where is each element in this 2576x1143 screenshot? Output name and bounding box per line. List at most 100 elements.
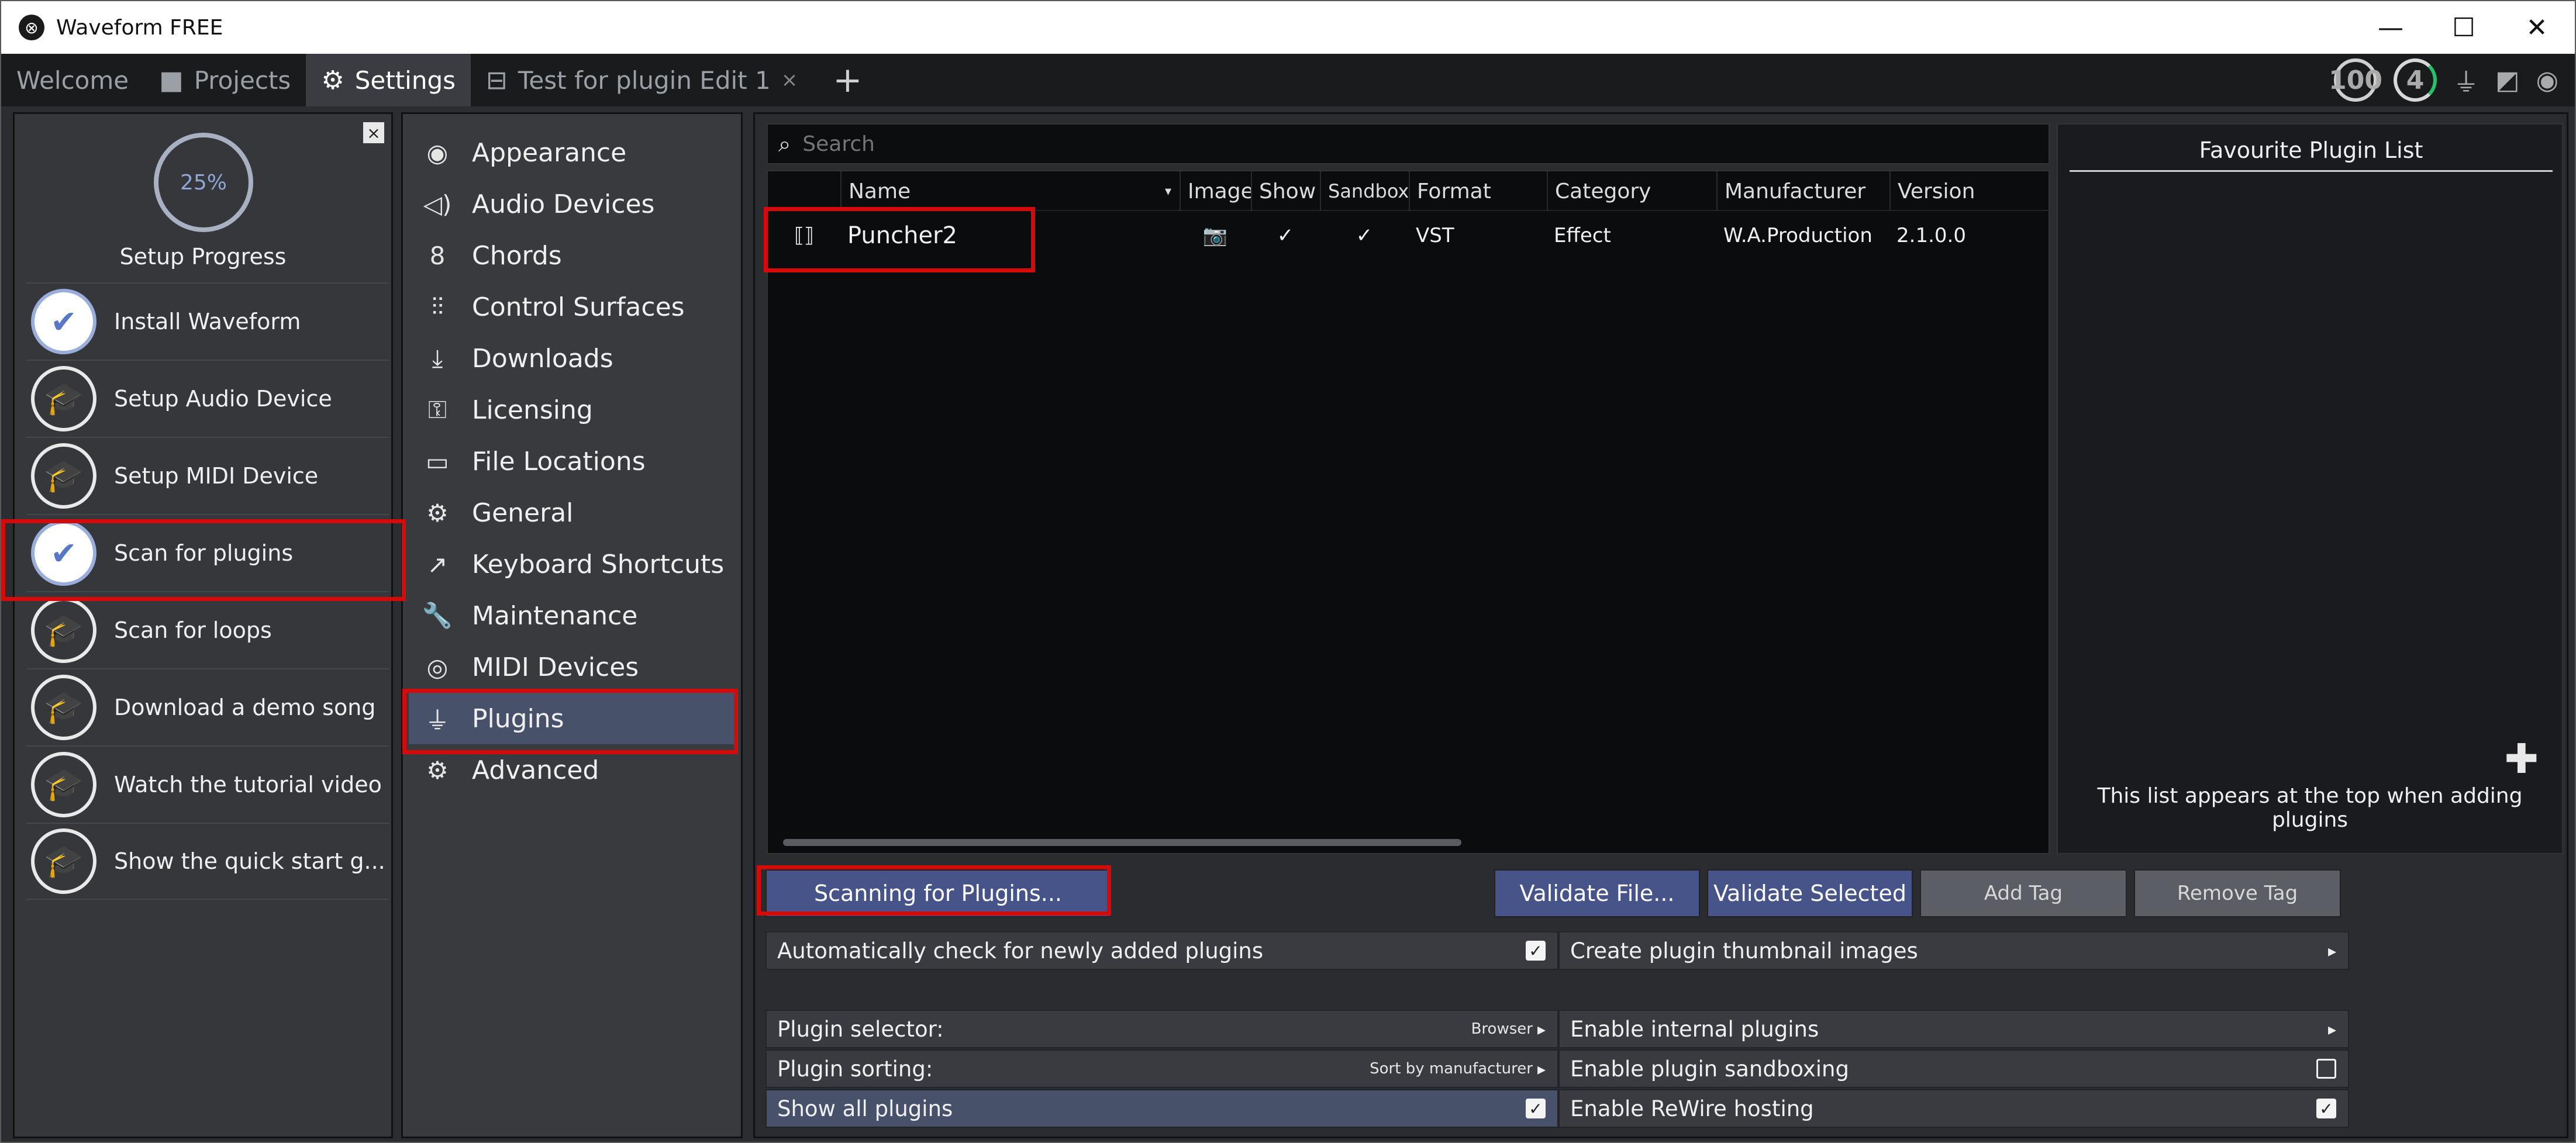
- header-image[interactable]: Image: [1180, 171, 1251, 211]
- step-label: Download a demo song: [114, 695, 376, 720]
- menu-item-control-surfaces[interactable]: ⫶⫶ Control Surfaces: [409, 281, 737, 333]
- rewire-row[interactable]: Enable ReWire hosting ✓: [1558, 1089, 2349, 1128]
- counter-gauge-icon[interactable]: 4: [2394, 58, 2437, 102]
- sandboxing-row[interactable]: Enable plugin sandboxing: [1558, 1049, 2349, 1088]
- plugin-format: VST: [1416, 224, 1454, 247]
- menu-label: MIDI Devices: [472, 652, 639, 682]
- new-tab-button[interactable]: +: [833, 60, 862, 101]
- internal-plugins-row[interactable]: Enable internal plugins ▸: [1558, 1010, 2349, 1048]
- horizontal-scrollbar[interactable]: [783, 839, 1461, 846]
- thumbnails-row[interactable]: Create plugin thumbnail images ▸: [1558, 931, 2349, 970]
- auto-check-checkbox[interactable]: ✓: [1526, 941, 1546, 961]
- tab-projects[interactable]: ■ Projects: [144, 54, 306, 106]
- gear-icon: ⚙: [426, 755, 449, 785]
- validate-file-button[interactable]: Validate File...: [1494, 869, 1700, 917]
- menu-item-licensing[interactable]: ⚿ Licensing: [409, 384, 737, 436]
- search-bar[interactable]: ⌕: [767, 123, 2050, 164]
- step-setup-audio[interactable]: 🎓 Setup Audio Device: [26, 360, 389, 437]
- status-icons: 100 4 ⏚ ◩ ◉: [2329, 54, 2575, 106]
- add-tag-button[interactable]: Add Tag: [1920, 869, 2127, 917]
- header-category[interactable]: Category: [1547, 171, 1716, 211]
- step-demo-song[interactable]: 🎓 Download a demo song: [26, 668, 389, 745]
- camera-icon[interactable]: 📷: [1180, 213, 1251, 258]
- add-favourite-icon[interactable]: ✚: [2504, 735, 2539, 783]
- header-manufacturer[interactable]: Manufacturer: [1716, 171, 1889, 211]
- check-icon: ✔: [31, 520, 96, 586]
- search-icon: ⌕: [778, 130, 791, 157]
- menu-item-plugins[interactable]: ⏚ Plugins: [409, 693, 737, 744]
- menu-label: Audio Devices: [472, 189, 655, 219]
- remove-tag-button[interactable]: Remove Tag: [2134, 869, 2341, 917]
- header-version[interactable]: Version: [1889, 171, 2042, 211]
- step-install-waveform[interactable]: ✔ Install Waveform: [26, 282, 389, 360]
- cpu-gauge-icon[interactable]: 100: [2329, 58, 2382, 102]
- menu-item-audio-devices[interactable]: ◁) Audio Devices: [409, 178, 737, 230]
- show-check[interactable]: ✓: [1251, 213, 1320, 258]
- step-tutorial-video[interactable]: 🎓 Watch the tutorial video: [26, 745, 389, 823]
- fullscreen-icon[interactable]: ◩: [2495, 65, 2520, 95]
- expand-arrow-icon: ▸: [2327, 1019, 2336, 1039]
- step-setup-midi[interactable]: 🎓 Setup MIDI Device: [26, 437, 389, 514]
- show-all-checkbox[interactable]: ✓: [1526, 1099, 1546, 1118]
- menu-item-downloads[interactable]: ⤓ Downloads: [409, 333, 737, 384]
- maximize-button[interactable]: ☐: [2426, 1, 2502, 54]
- tab-edit[interactable]: ⊟ Test for plugin Edit 1 ×: [471, 54, 813, 106]
- internal-plugins-label: Enable internal plugins: [1570, 1016, 1819, 1042]
- midi-icon: ◎: [426, 652, 449, 682]
- step-scan-plugins[interactable]: ✔ Scan for plugins: [26, 514, 389, 591]
- rewire-checkbox[interactable]: ✓: [2316, 1099, 2336, 1118]
- sandbox-check[interactable]: ✓: [1320, 213, 1409, 258]
- dropdown-arrow-icon: ▸: [1537, 1019, 1546, 1039]
- show-all-label: Show all plugins: [777, 1096, 953, 1121]
- plug-icon[interactable]: ⏚: [2453, 61, 2479, 99]
- plugin-selector-row[interactable]: Plugin selector: Browser ▸: [765, 1010, 1558, 1048]
- plugin-selector-label: Plugin selector:: [777, 1016, 944, 1042]
- show-all-plugins-row[interactable]: Show all plugins ✓: [765, 1089, 1558, 1128]
- auto-check-row[interactable]: Automatically check for newly added plug…: [765, 931, 1558, 970]
- menu-label: Advanced: [472, 755, 599, 785]
- menu-item-midi-devices[interactable]: ◎ MIDI Devices: [409, 641, 737, 693]
- step-label: Show the quick start g...: [114, 848, 385, 874]
- menu-item-advanced[interactable]: ⚙ Advanced: [409, 744, 737, 796]
- menu-item-maintenance[interactable]: 🔧 Maintenance: [409, 590, 737, 641]
- search-input[interactable]: [802, 132, 1956, 156]
- header-name[interactable]: Name ▾: [840, 171, 1180, 211]
- menu-item-keyboard-shortcuts[interactable]: ↗ Keyboard Shortcuts: [409, 538, 737, 590]
- close-tab-icon[interactable]: ×: [781, 68, 798, 92]
- header-format[interactable]: Format: [1409, 171, 1547, 211]
- tab-welcome[interactable]: Welcome: [1, 54, 144, 106]
- header-show[interactable]: Show: [1251, 171, 1320, 211]
- plugin-sorting-row[interactable]: Plugin sorting: Sort by manufacturer ▸: [765, 1049, 1558, 1088]
- menu-item-file-locations[interactable]: ▭ File Locations: [409, 436, 737, 487]
- rewire-label: Enable ReWire hosting: [1570, 1096, 1814, 1121]
- plugin-selector-value[interactable]: Browser: [1471, 1020, 1533, 1038]
- auto-check-label: Automatically check for newly added plug…: [777, 938, 1264, 964]
- menu-item-appearance[interactable]: ◉ Appearance: [409, 127, 737, 178]
- header-sandbox[interactable]: Sandbox: [1320, 171, 1409, 211]
- tab-bar: Welcome ■ Projects ⚙ Settings ⊟ Test for pl…: [1, 54, 2575, 106]
- step-scan-loops[interactable]: 🎓 Scan for loops: [26, 591, 389, 668]
- step-quick-start[interactable]: 🎓 Show the quick start g...: [26, 823, 389, 900]
- gear-icon: ⚙: [426, 498, 449, 527]
- sandboxing-checkbox[interactable]: [2316, 1059, 2336, 1079]
- minimize-button[interactable]: —: [2353, 1, 2429, 54]
- menu-item-general[interactable]: ⚙ General: [409, 487, 737, 538]
- setup-progress-panel: × 25% Setup Progress ✔ Install Waveform 🎓…: [13, 112, 393, 1138]
- validate-selected-button[interactable]: Validate Selected: [1707, 869, 1913, 917]
- waveform-logo-icon: ⊗: [19, 15, 44, 40]
- close-window-button[interactable]: ✕: [2499, 1, 2575, 54]
- close-panel-button[interactable]: ×: [363, 122, 384, 143]
- menu-item-chords[interactable]: 8 Chords: [409, 230, 737, 281]
- favourite-list-note: This list appears at the top when adding…: [2097, 784, 2523, 832]
- plugin-version: 2.1.0.0: [1896, 224, 1966, 247]
- tab-settings[interactable]: ⚙ Settings: [306, 54, 471, 106]
- eye-icon[interactable]: ◉: [2536, 65, 2558, 95]
- table-row[interactable]: ⟦⟧ Puncher2 📷 ✓ ✓ VST Effect W.A.Product…: [768, 213, 2049, 258]
- graduation-cap-icon: 🎓: [31, 828, 96, 894]
- menu-label: General: [472, 498, 574, 528]
- sliders-icon: ⫶⫶: [431, 292, 444, 321]
- scan-plugins-button[interactable]: Scanning for Plugins...: [765, 869, 1111, 917]
- progress-ring: 25%: [154, 133, 253, 232]
- folder-icon: ■: [159, 65, 184, 95]
- plugin-sorting-value[interactable]: Sort by manufacturer: [1370, 1060, 1533, 1078]
